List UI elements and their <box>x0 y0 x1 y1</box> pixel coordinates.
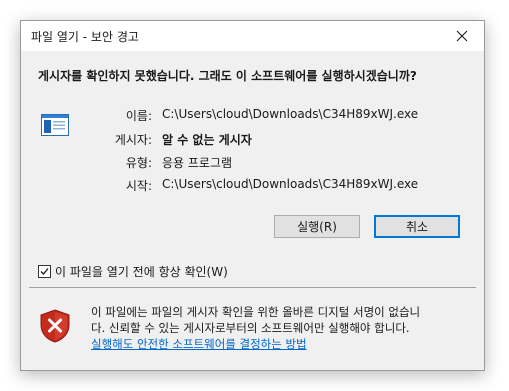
publisher-value: 알 수 없는 게시자 <box>162 133 252 147</box>
always-ask-label: 이 파일을 열기 전에 항상 확인(W) <box>55 265 228 279</box>
cancel-button[interactable]: 취소 <box>374 215 460 238</box>
publisher-label: 게시자: <box>114 133 152 147</box>
close-icon <box>456 30 468 42</box>
security-question: 게시자를 확인하지 못했습니다. 그래도 이 소프트웨어를 실행하시겠습니까? <box>38 69 417 83</box>
from-label: 시작: <box>125 179 152 193</box>
warning-line-1: 이 파일에는 파일의 게시자 확인을 위한 올바른 디지털 서명이 없습니 <box>91 305 421 319</box>
type-value: 응용 프로그램 <box>162 156 233 170</box>
security-warning-dialog: 파일 열기 - 보안 경고 게시자를 확인하지 못했습니다. 그래도 이 소프트… <box>20 20 485 371</box>
application-icon <box>41 114 69 136</box>
always-ask-checkbox-row[interactable]: 이 파일을 열기 전에 항상 확인(W) <box>38 263 228 280</box>
window-title: 파일 열기 - 보안 경고 <box>31 30 139 44</box>
type-label: 유형: <box>125 156 152 170</box>
close-button[interactable] <box>440 21 484 51</box>
warning-line-2: 다. 신뢰할 수 있는 게시자로부터의 소프트웨어만 실행해야 합니다. <box>91 321 410 335</box>
divider <box>29 287 476 288</box>
run-button[interactable]: 실행(R) <box>274 215 360 238</box>
from-value: C:\Users\cloud\Downloads\C34H89xWJ.exe <box>162 177 419 191</box>
shield-error-icon <box>40 309 70 343</box>
always-ask-checkbox[interactable] <box>38 265 51 278</box>
title-bar: 파일 열기 - 보안 경고 <box>21 21 484 51</box>
name-label: 이름: <box>125 109 152 123</box>
warning-message: 이 파일에는 파일의 게시자 확인을 위한 올바른 디지털 서명이 없습니 다.… <box>91 304 476 336</box>
help-link[interactable]: 실행해도 안전한 소프트웨어를 결정하는 방법 <box>91 336 307 352</box>
name-value: C:\Users\cloud\Downloads\C34H89xWJ.exe <box>162 107 419 121</box>
checkmark-icon <box>40 268 49 275</box>
